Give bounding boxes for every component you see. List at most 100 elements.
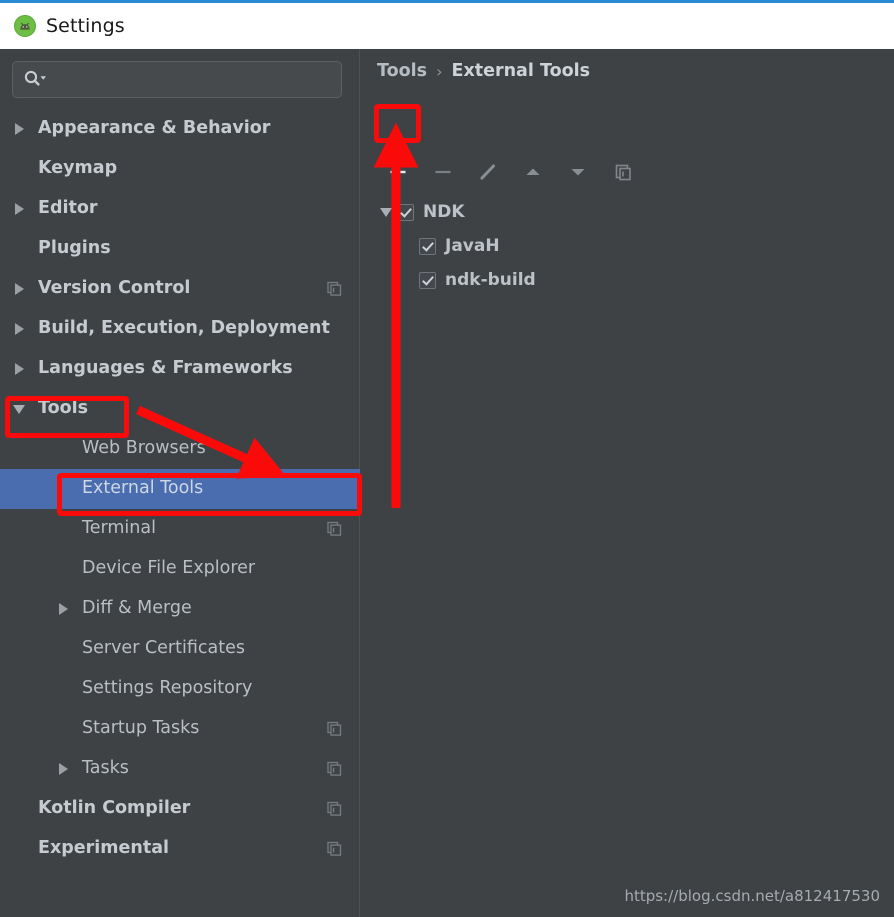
- tool-tree-label: NDK: [423, 201, 465, 222]
- sidebar-item-appearance-behavior[interactable]: Appearance & Behavior: [0, 109, 360, 149]
- external-tools-toolbar: [375, 153, 645, 191]
- sidebar-item-label: Plugins: [38, 238, 111, 259]
- arrow-up-icon: [526, 168, 539, 175]
- chevron-right-icon[interactable]: [52, 749, 74, 789]
- checkbox-checked[interactable]: [397, 203, 414, 221]
- sidebar-item-label: Web Browsers: [82, 438, 206, 459]
- sidebar-item-label: External Tools: [82, 478, 204, 499]
- arrow-placeholder: [8, 149, 30, 189]
- plus-icon: [390, 164, 405, 180]
- sidebar-item-server-certificates[interactable]: Server Certificates: [0, 629, 360, 669]
- settings-body: Appearance & Behavior Keymap Editor Plugins…: [0, 49, 894, 917]
- sidebar-item-languages-frameworks[interactable]: Languages & Frameworks: [0, 349, 360, 389]
- chevron-right-icon[interactable]: [8, 269, 30, 309]
- sidebar-item-tasks[interactable]: Tasks: [0, 749, 360, 789]
- sidebar-item-label: Kotlin Compiler: [38, 798, 191, 819]
- sidebar-item-diff-merge[interactable]: Diff & Merge: [0, 589, 360, 629]
- chevron-right-icon[interactable]: [8, 349, 30, 389]
- sidebar-item-label: Terminal: [82, 518, 156, 539]
- triangle-glyph: [58, 603, 68, 615]
- sidebar-item-label: Server Certificates: [82, 638, 245, 659]
- sidebar-item-editor[interactable]: Editor: [0, 189, 360, 229]
- add-button[interactable]: [375, 153, 420, 191]
- sidebar-item-label: Editor: [38, 198, 98, 219]
- sidebar-item-label: Settings Repository: [82, 678, 253, 699]
- arrow-placeholder: [52, 549, 74, 589]
- tool-tree-label: ndk-build: [445, 269, 536, 290]
- move-up-button[interactable]: [510, 153, 555, 191]
- checkbox-checked[interactable]: [419, 271, 436, 289]
- sidebar-item-web-browsers[interactable]: Web Browsers: [0, 429, 360, 469]
- sidebar-item-version-control[interactable]: Version Control: [0, 269, 360, 309]
- triangle-glyph: [14, 363, 24, 375]
- move-down-button[interactable]: [555, 153, 600, 191]
- arrow-placeholder: [8, 789, 30, 829]
- sidebar-item-build-execution-deployment[interactable]: Build, Execution, Deployment: [0, 309, 360, 349]
- sidebar-item-settings-repository[interactable]: Settings Repository: [0, 669, 360, 709]
- pencil-icon: [480, 164, 495, 180]
- external-tools-panel: Tools › External Tools NDK JavaH ndk-bui…: [361, 49, 894, 917]
- triangle-glyph: [58, 763, 68, 775]
- chevron-right-icon[interactable]: [8, 309, 30, 349]
- sidebar-item-label: Languages & Frameworks: [38, 358, 293, 379]
- sidebar-item-tools[interactable]: Tools: [0, 389, 360, 429]
- sidebar-item-label: Tools: [38, 398, 89, 419]
- chevron-down-icon[interactable]: [8, 389, 30, 429]
- sidebar-item-label: Diff & Merge: [82, 598, 192, 619]
- sidebar-item-label: Build, Execution, Deployment: [38, 318, 330, 339]
- sidebar-item-label: Keymap: [38, 158, 118, 179]
- breadcrumb: Tools › External Tools: [377, 61, 590, 81]
- arrow-placeholder: [52, 669, 74, 709]
- tool-tree-label: JavaH: [445, 235, 500, 256]
- chevron-down-icon[interactable]: [375, 207, 397, 217]
- sidebar-item-label: Appearance & Behavior: [38, 118, 271, 139]
- arrow-placeholder: [8, 829, 30, 869]
- triangle-glyph: [380, 207, 392, 217]
- search-input[interactable]: [48, 62, 341, 97]
- checkbox-checked[interactable]: [419, 237, 436, 255]
- search-field-wrapper[interactable]: [12, 61, 342, 98]
- triangle-glyph: [14, 123, 24, 135]
- tool-tree-row[interactable]: JavaH: [375, 229, 875, 263]
- settings-window: Settings Appearance & Behavior Keymap Ed…: [0, 0, 894, 917]
- remove-button[interactable]: [420, 153, 465, 191]
- tool-tree-row[interactable]: ndk-build: [375, 263, 875, 297]
- sidebar-item-label: Device File Explorer: [82, 558, 256, 579]
- minus-icon: [435, 170, 450, 174]
- triangle-glyph: [14, 203, 24, 215]
- copy-button[interactable]: [600, 153, 645, 191]
- sidebar-item-keymap[interactable]: Keymap: [0, 149, 360, 189]
- copy-icon: [327, 281, 342, 297]
- chevron-right-icon[interactable]: [8, 189, 30, 229]
- breadcrumb-parent[interactable]: Tools: [377, 61, 427, 81]
- breadcrumb-current: External Tools: [451, 61, 591, 81]
- copy-icon: [327, 761, 342, 777]
- chevron-right-icon[interactable]: [8, 109, 30, 149]
- edit-button[interactable]: [465, 153, 510, 191]
- tool-tree-row[interactable]: NDK: [375, 195, 875, 229]
- sidebar-item-external-tools[interactable]: External Tools: [0, 469, 360, 509]
- sidebar-item-startup-tasks[interactable]: Startup Tasks: [0, 709, 360, 749]
- arrow-placeholder: [52, 509, 74, 549]
- arrow-placeholder: [52, 469, 74, 509]
- external-tools-tree: NDK JavaH ndk-build: [375, 195, 875, 297]
- sidebar-item-terminal[interactable]: Terminal: [0, 509, 360, 549]
- sidebar-item-device-file-explorer[interactable]: Device File Explorer: [0, 549, 360, 589]
- copy-icon: [327, 801, 342, 817]
- breadcrumb-separator-icon: ›: [436, 61, 443, 81]
- window-titlebar: Settings: [0, 0, 894, 49]
- sidebar-item-plugins[interactable]: Plugins: [0, 229, 360, 269]
- sidebar-tree: Appearance & Behavior Keymap Editor Plugins…: [0, 109, 360, 869]
- search-box[interactable]: [12, 61, 342, 98]
- copy-icon: [327, 521, 342, 537]
- sidebar-item-label: Startup Tasks: [82, 718, 200, 739]
- sidebar-item-kotlin-compiler[interactable]: Kotlin Compiler: [0, 789, 360, 829]
- arrow-down-icon: [571, 169, 584, 176]
- arrow-placeholder: [8, 229, 30, 269]
- copy-icon: [327, 721, 342, 737]
- arrow-placeholder: [52, 429, 74, 469]
- arrow-placeholder: [52, 629, 74, 669]
- triangle-glyph: [14, 283, 24, 295]
- sidebar-item-experimental[interactable]: Experimental: [0, 829, 360, 869]
- chevron-right-icon[interactable]: [52, 589, 74, 629]
